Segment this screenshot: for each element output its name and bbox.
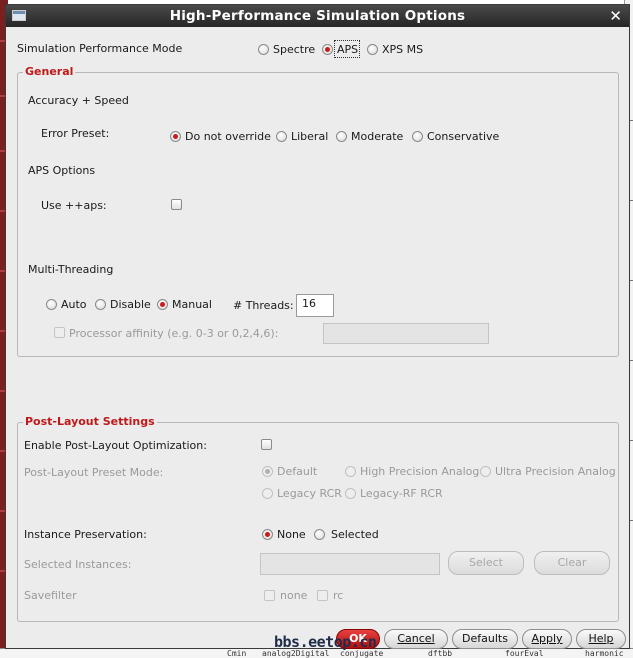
savefilter-none-checkbox[interactable] [264, 590, 275, 601]
perf-mode-aps-label[interactable]: APS [337, 43, 358, 56]
perf-mode-spectre-radio[interactable] [258, 44, 269, 55]
instance-selected-label[interactable]: Selected [331, 528, 379, 541]
preset-high-precision-radio[interactable] [345, 466, 356, 477]
hps-options-dialog: High-Performance Simulation Options ✕ Si… [5, 4, 630, 649]
processor-affinity-checkbox[interactable] [54, 327, 65, 338]
perf-mode-label: Simulation Performance Mode [17, 42, 183, 55]
instance-none-radio[interactable] [262, 529, 273, 540]
use-aps-checkbox[interactable] [171, 199, 182, 210]
threading-auto-label[interactable]: Auto [61, 298, 87, 311]
accuracy-speed-heading: Accuracy + Speed [28, 94, 129, 107]
threading-manual-label[interactable]: Manual [172, 298, 212, 311]
preset-high-precision-label[interactable]: High Precision Analog [360, 465, 479, 478]
general-group-title: General [23, 65, 76, 78]
error-preset-liberal-radio[interactable] [276, 131, 287, 142]
aps-options-heading: APS Options [28, 164, 96, 177]
processor-affinity-label: Processor affinity (e.g. 0-3 or 0,2,4,6)… [69, 327, 279, 340]
perf-mode-spectre-label[interactable]: Spectre [273, 43, 315, 56]
select-button[interactable]: Select [448, 551, 524, 575]
error-preset-conservative-label[interactable]: Conservative [427, 130, 499, 143]
enable-post-layout-checkbox[interactable] [261, 439, 272, 450]
cancel-button[interactable]: Cancel [384, 629, 448, 649]
instance-none-label[interactable]: None [277, 528, 306, 541]
processor-affinity-input[interactable] [323, 323, 489, 344]
preset-legacy-rcr-radio[interactable] [262, 488, 273, 499]
perf-mode-xpsms-radio[interactable] [367, 44, 378, 55]
error-preset-moderate-radio[interactable] [336, 131, 347, 142]
threads-input[interactable]: 16 [296, 294, 334, 317]
threading-disable-label[interactable]: Disable [110, 298, 151, 311]
preset-legacy-rf-rcr-radio[interactable] [345, 488, 356, 499]
error-preset-liberal-label[interactable]: Liberal [291, 130, 328, 143]
defaults-button[interactable]: Defaults [452, 629, 518, 649]
threading-auto-radio[interactable] [46, 299, 57, 310]
error-preset-label: Error Preset: [41, 127, 110, 140]
preset-default-label[interactable]: Default [277, 465, 317, 478]
title-bar[interactable]: High-Performance Simulation Options ✕ [6, 5, 629, 27]
error-preset-do-not-override-label[interactable]: Do not override [185, 130, 271, 143]
preset-ultra-precision-label[interactable]: Ultra Precision Analog [495, 465, 616, 478]
preset-ultra-precision-radio[interactable] [480, 466, 491, 477]
savefilter-label: Savefilter [24, 589, 77, 602]
threading-disable-radio[interactable] [95, 299, 106, 310]
instance-selected-radio[interactable] [314, 529, 325, 540]
threads-label: # Threads: [233, 299, 294, 312]
savefilter-rc-label[interactable]: rc [333, 589, 343, 602]
preset-legacy-rcr-label[interactable]: Legacy RCR [277, 487, 342, 500]
error-preset-do-not-override-radio[interactable] [170, 131, 181, 142]
savefilter-rc-checkbox[interactable] [317, 590, 328, 601]
help-button[interactable]: Help [576, 629, 626, 649]
post-layout-preset-label: Post-Layout Preset Mode: [24, 466, 164, 479]
instance-preservation-label: Instance Preservation: [24, 528, 147, 541]
savefilter-none-label[interactable]: none [280, 589, 307, 602]
clear-button[interactable]: Clear [534, 551, 610, 575]
error-preset-conservative-radio[interactable] [412, 131, 423, 142]
perf-mode-aps-radio[interactable] [322, 44, 333, 55]
use-aps-label: Use ++aps: [41, 199, 107, 212]
perf-mode-xpsms-label[interactable]: XPS MS [382, 43, 423, 56]
enable-post-layout-label: Enable Post-Layout Optimization: [24, 439, 207, 452]
preset-legacy-rf-rcr-label[interactable]: Legacy-RF RCR [360, 487, 443, 500]
dialog-title: High-Performance Simulation Options [169, 8, 466, 24]
error-preset-moderate-label[interactable]: Moderate [351, 130, 403, 143]
selected-instances-input[interactable] [260, 553, 440, 575]
selected-instances-label: Selected Instances: [24, 558, 132, 571]
close-icon[interactable]: ✕ [609, 7, 622, 25]
post-layout-group-title: Post-Layout Settings [23, 415, 157, 428]
apply-button[interactable]: Apply [522, 629, 572, 649]
preset-default-radio[interactable] [262, 466, 273, 477]
multithreading-heading: Multi-Threading [28, 263, 114, 276]
threading-manual-radio[interactable] [157, 299, 168, 310]
forum-watermark: bbs.eetop.cn [274, 633, 377, 651]
